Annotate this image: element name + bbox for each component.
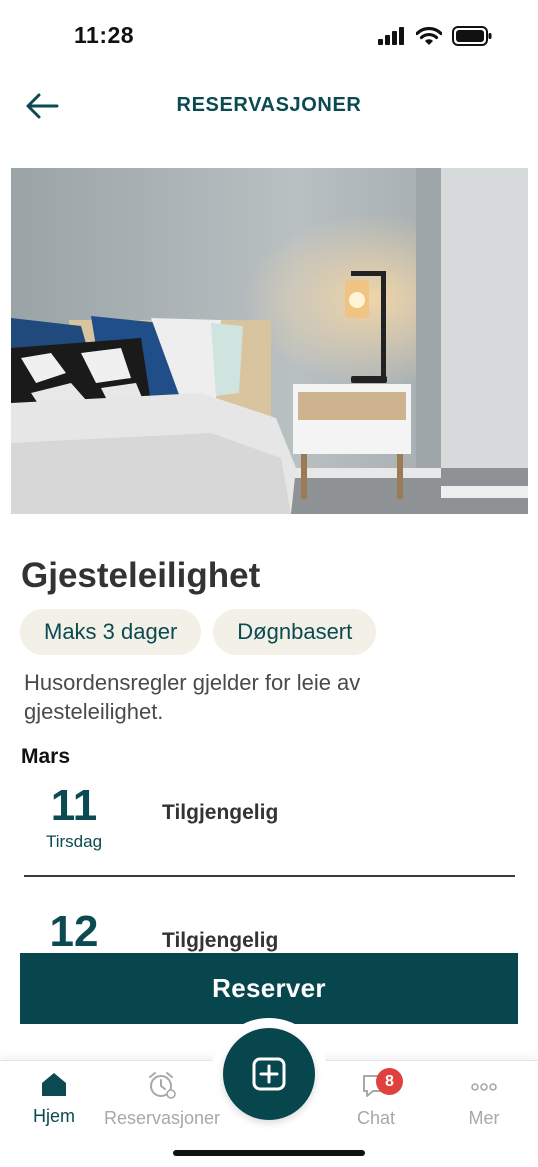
tab-home-label: Hjem — [32, 1106, 75, 1126]
home-indicator — [173, 1150, 365, 1156]
listing-title: Gjesteleilighet — [21, 556, 261, 595]
chat-unread-badge: 8 — [376, 1068, 403, 1095]
divider — [24, 875, 515, 877]
alarm-clock-icon — [149, 1072, 176, 1099]
page-title: RESERVASJONER — [176, 94, 362, 116]
day-weekday: Tirsdag — [45, 832, 103, 851]
reserve-button[interactable]: Reserver — [20, 953, 518, 1024]
status-icons — [378, 26, 492, 46]
day-availability[interactable]: Tilgjengelig — [162, 801, 278, 825]
home-icon — [42, 1073, 66, 1096]
day-number: 11 — [50, 781, 98, 830]
listing-description: Husordensregler gjelder for leie av gjes… — [24, 670, 361, 724]
tab-reservations[interactable]: Reservasjoner — [102, 1071, 222, 1129]
status-bar: 11:28 — [0, 0, 538, 72]
day-number: 12 — [49, 907, 99, 956]
header: RESERVASJONER — [0, 72, 538, 142]
chip-daily[interactable]: Døgnbasert — [213, 609, 377, 655]
cellular-signal-icon — [378, 27, 404, 45]
listing-chips: Maks 3 dager Døgnbasert — [20, 609, 377, 655]
calendar-month: Mars — [21, 745, 71, 768]
calendar-day[interactable]: 12 — [24, 908, 124, 956]
more-dots-icon — [471, 1083, 497, 1091]
status-time: 11:28 — [74, 22, 135, 48]
battery-icon — [452, 26, 492, 46]
add-button[interactable] — [223, 1028, 315, 1120]
tab-more-label: Mer — [468, 1108, 500, 1128]
calendar-day[interactable]: 11 Tirsdag — [24, 782, 124, 852]
wifi-icon — [416, 26, 442, 45]
listing-photo — [11, 168, 528, 514]
chip-max-days[interactable]: Maks 3 dager — [20, 609, 202, 655]
tab-reservations-label: Reservasjoner — [103, 1108, 221, 1128]
tab-more[interactable]: Mer — [424, 1071, 538, 1129]
plus-square-icon — [252, 1057, 286, 1091]
tab-chat-label: Chat — [356, 1108, 396, 1128]
tab-home[interactable]: Hjem — [0, 1071, 114, 1127]
day-availability[interactable]: Tilgjengelig — [162, 929, 278, 953]
